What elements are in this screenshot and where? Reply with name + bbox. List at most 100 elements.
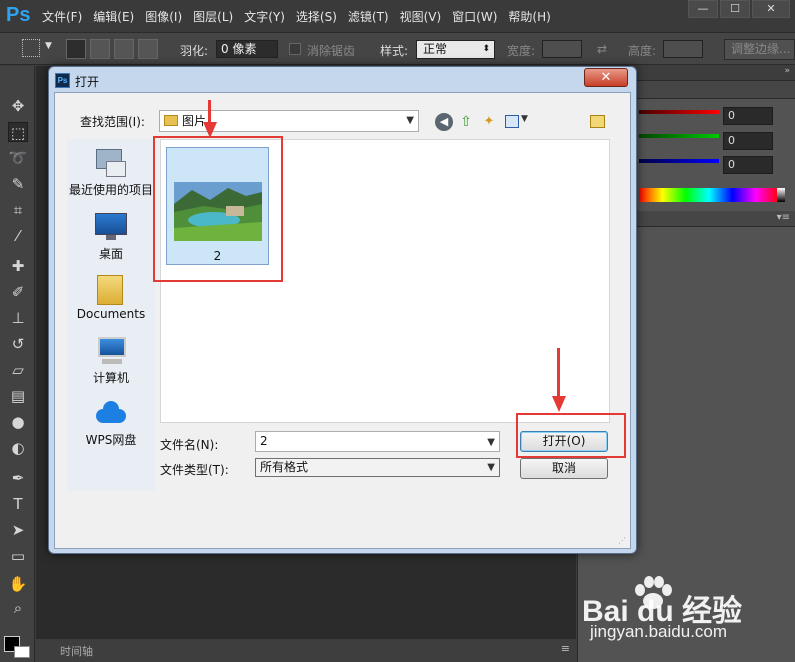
place-documents[interactable]: Documents	[67, 273, 155, 321]
dropdown-arrow-icon: ▼	[487, 462, 495, 473]
folder-icon	[164, 115, 178, 126]
preset-arrow-icon[interactable]: ▼	[45, 41, 52, 51]
menu-window[interactable]: 窗口(W)	[452, 8, 497, 25]
minimize-button[interactable]: —	[688, 0, 718, 18]
color-spectrum[interactable]	[639, 188, 779, 202]
background-color-swatch[interactable]	[14, 646, 30, 658]
refine-edge-button[interactable]: 调整边缘...	[724, 39, 795, 60]
place-recent[interactable]: 最近使用的项目	[67, 147, 155, 198]
file-name-input[interactable]: 2 ▼	[255, 431, 500, 452]
type-tool-icon[interactable]: T	[8, 494, 28, 514]
new-selection-icon[interactable]	[66, 39, 86, 59]
marquee-tool-icon[interactable]: ⬚	[8, 122, 28, 142]
menu-select[interactable]: 选择(S)	[296, 8, 337, 25]
dodge-tool-icon[interactable]: ◐	[8, 438, 28, 458]
up-folder-icon[interactable]: ⇧	[457, 113, 475, 131]
desktop-icon	[94, 211, 128, 243]
photoshop-app-icon: Ps	[55, 73, 70, 88]
collapse-icon[interactable]: »	[784, 66, 790, 76]
lasso-tool-icon[interactable]: ➰	[8, 148, 28, 168]
style-select[interactable]: 正常 ⬍	[416, 40, 495, 59]
subtract-selection-icon[interactable]	[114, 39, 134, 59]
desktop-folder-icon[interactable]	[590, 115, 605, 128]
width-input[interactable]	[542, 40, 582, 58]
back-icon[interactable]: ◀	[435, 113, 453, 131]
style-value: 正常	[423, 42, 448, 56]
antialias-label: 消除锯齿	[307, 44, 356, 58]
stamp-tool-icon[interactable]: ⊥	[8, 308, 28, 328]
height-input[interactable]	[663, 40, 703, 58]
view-menu-icon[interactable]	[505, 115, 519, 128]
place-label: WPS网盘	[85, 433, 137, 447]
menu-view[interactable]: 视图(V)	[400, 8, 442, 25]
black-white-ramp[interactable]	[777, 188, 785, 202]
healing-brush-tool-icon[interactable]: ✚	[8, 256, 28, 276]
new-folder-icon[interactable]: ✦	[480, 113, 498, 131]
panel-menu-icon[interactable]: ▾≡	[777, 212, 790, 223]
menu-filter[interactable]: 滤镜(T)	[348, 8, 389, 25]
menu-help[interactable]: 帮助(H)	[508, 8, 550, 25]
place-computer[interactable]: 计算机	[67, 335, 155, 386]
swap-arrows-icon[interactable]: ⇄	[597, 42, 607, 56]
resize-grip-icon[interactable]: ⋰	[618, 536, 628, 546]
crop-tool-icon[interactable]: ⌗	[8, 200, 28, 220]
path-select-tool-icon[interactable]: ➤	[8, 520, 28, 540]
look-in-label: 查找范围(I):	[80, 115, 145, 129]
dialog-title: 打开	[75, 75, 100, 89]
file-type-select[interactable]: 所有格式 ▼	[255, 458, 500, 477]
eraser-tool-icon[interactable]: ▱	[8, 360, 28, 380]
intersect-selection-icon[interactable]	[138, 39, 158, 59]
eyedropper-tool-icon[interactable]: ⁄	[8, 226, 28, 246]
green-slider[interactable]	[639, 134, 719, 138]
file-name-label: 文件名(N):	[160, 438, 219, 452]
menu-edit[interactable]: 编辑(E)	[93, 8, 134, 25]
photoshop-logo: Ps	[6, 4, 31, 26]
antialias-checkbox[interactable]	[289, 43, 301, 55]
dialog-close-button[interactable]: ✕	[584, 68, 628, 87]
width-label: 宽度:	[507, 44, 536, 58]
baidu-watermark: Bai du 经验 jingyan.baidu.com	[582, 576, 782, 646]
shape-tool-icon[interactable]: ▭	[8, 546, 28, 566]
place-wps-cloud[interactable]: WPS网盘	[67, 397, 155, 448]
menu-image[interactable]: 图像(I)	[145, 8, 182, 25]
file-name-value: 2	[260, 434, 268, 448]
toolbox: ✥ ⬚ ➰ ✎ ⌗ ⁄ ✚ ✐ ⊥ ↺ ▱ ▤ ● ◐ ✒ T ➤ ▭ ✋ ⌕	[0, 66, 35, 662]
recent-items-icon	[94, 147, 128, 179]
quick-select-tool-icon[interactable]: ✎	[8, 174, 28, 194]
menu-file[interactable]: 文件(F)	[42, 8, 82, 25]
gradient-tool-icon[interactable]: ▤	[8, 386, 28, 406]
wps-cloud-icon	[94, 397, 128, 429]
marquee-preset-icon[interactable]	[22, 39, 40, 57]
look-in-combo[interactable]: 图片 ▼	[159, 110, 419, 132]
add-selection-icon[interactable]	[90, 39, 110, 59]
blur-tool-icon[interactable]: ●	[8, 412, 28, 432]
options-bar: ▼ 羽化: 0 像素 消除锯齿 样式: 正常 ⬍ 宽度: ⇄ 高度: 调整边缘.…	[0, 33, 795, 65]
history-brush-tool-icon[interactable]: ↺	[8, 334, 28, 354]
move-tool-icon[interactable]: ✥	[8, 96, 28, 116]
green-value-input[interactable]: 0	[723, 132, 773, 150]
hand-tool-icon[interactable]: ✋	[8, 574, 28, 594]
dropdown-arrow-icon: ▼	[406, 115, 414, 126]
feather-label: 羽化:	[180, 44, 209, 58]
cancel-button[interactable]: 取消	[520, 458, 608, 479]
brush-tool-icon[interactable]: ✐	[8, 282, 28, 302]
blue-slider[interactable]	[639, 159, 719, 163]
place-desktop[interactable]: 桌面	[67, 211, 155, 262]
panel-menu-icon[interactable]: ≡	[561, 642, 570, 655]
watermark-url: jingyan.baidu.com	[590, 622, 728, 641]
menu-type[interactable]: 文字(Y)	[244, 8, 285, 25]
timeline-tab[interactable]: 时间轴	[60, 643, 93, 659]
close-window-button[interactable]: ✕	[752, 0, 790, 18]
red-value-input[interactable]: 0	[723, 107, 773, 125]
maximize-button[interactable]: ☐	[720, 0, 750, 18]
zoom-tool-icon[interactable]: ⌕	[8, 598, 28, 618]
height-label: 高度:	[628, 44, 657, 58]
pen-tool-icon[interactable]: ✒	[8, 468, 28, 488]
menu-layer[interactable]: 图层(L)	[193, 8, 233, 25]
file-type-label: 文件类型(T):	[160, 463, 229, 477]
place-label: 最近使用的项目	[68, 183, 153, 197]
blue-value-input[interactable]: 0	[723, 156, 773, 174]
red-slider[interactable]	[639, 110, 719, 114]
view-dropdown-arrow-icon[interactable]: ▼	[521, 114, 528, 124]
feather-input[interactable]: 0 像素	[216, 40, 278, 58]
